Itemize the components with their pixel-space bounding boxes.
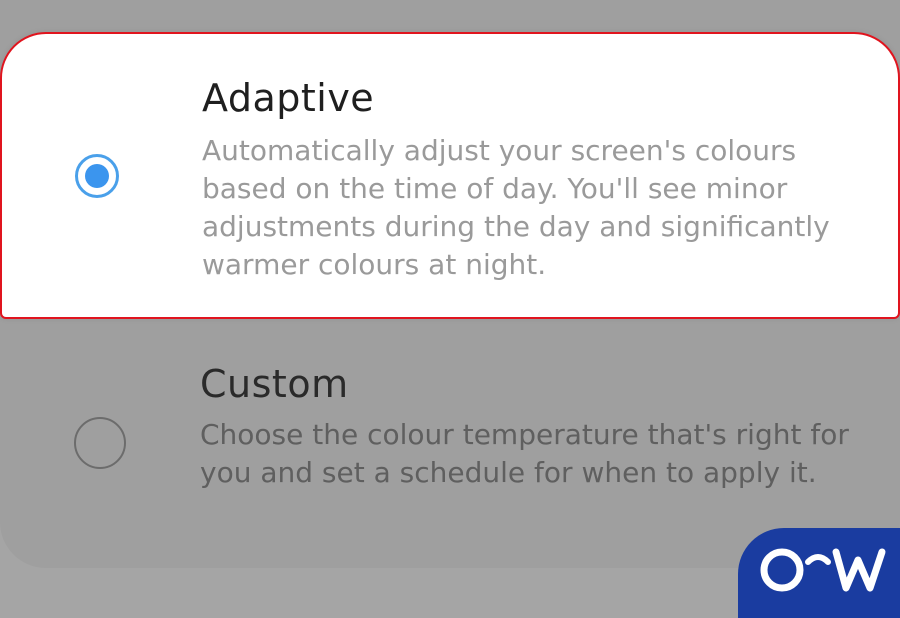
option-description: Choose the colour temperature that's rig… bbox=[200, 418, 849, 489]
radio-selected-icon[interactable] bbox=[75, 154, 119, 198]
screen-mode-panel: Adaptive Automatically adjust your scree… bbox=[0, 0, 900, 568]
option-description: Automatically adjust your screen's colou… bbox=[202, 134, 830, 281]
option-title: Custom bbox=[200, 362, 349, 406]
option-custom[interactable]: Custom Choose the colour temperature tha… bbox=[0, 330, 900, 560]
watermark-logo bbox=[738, 528, 900, 618]
option-title: Adaptive bbox=[202, 76, 375, 120]
watermark-logo-icon bbox=[760, 548, 886, 592]
radio-unselected-icon[interactable] bbox=[74, 417, 126, 469]
radio-dot bbox=[85, 164, 109, 188]
option-adaptive[interactable]: Adaptive Automatically adjust your scree… bbox=[0, 32, 900, 319]
